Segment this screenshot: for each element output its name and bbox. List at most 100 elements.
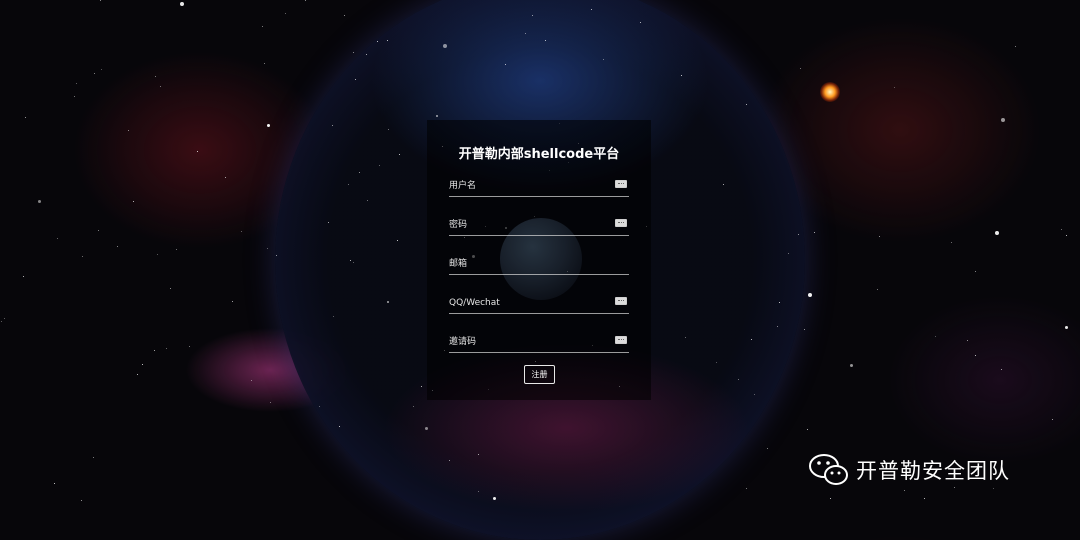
star [180,2,184,6]
star [425,427,428,430]
star [348,184,349,185]
star [319,406,320,407]
star [241,231,242,232]
star [157,254,158,255]
star [397,240,398,241]
watermark-text: 开普勒安全团队 [856,459,1010,483]
star [1001,118,1005,122]
star [967,340,968,341]
star [879,236,880,237]
star [353,262,354,263]
background-sun [820,82,840,102]
star [225,177,226,178]
star [788,253,789,254]
star [1065,326,1068,329]
star [359,172,360,173]
star [339,426,340,427]
keyboard-icon[interactable] [615,336,627,344]
star [1066,235,1067,236]
star [128,130,129,131]
star [344,15,345,16]
watermark: 开普勒安全团队 [808,450,1010,490]
star [133,201,134,202]
star [74,96,75,97]
star [366,54,367,55]
star [54,483,55,484]
star [738,379,739,380]
keyboard-icon[interactable] [615,180,627,188]
star [685,337,686,338]
star [197,151,198,152]
star [387,40,388,41]
star [137,374,138,375]
star [267,124,270,127]
star [166,348,167,349]
password-input[interactable] [449,217,609,233]
star [350,260,351,261]
star [170,288,171,289]
star [640,22,641,23]
star [525,33,526,34]
star [1,321,2,322]
star [276,255,277,256]
username-field[interactable] [449,178,629,197]
invite-code-field[interactable] [449,334,629,353]
star [251,380,252,381]
email-field[interactable] [449,256,629,275]
star [353,52,354,53]
star [367,200,368,201]
register-button[interactable]: 注册 [524,365,555,384]
star [264,63,265,64]
star [746,104,747,105]
star [160,86,161,87]
star [1052,419,1053,420]
star [716,362,717,363]
star [305,0,306,1]
star [1001,369,1002,370]
star [100,0,101,1]
star [38,200,41,203]
star [328,222,329,223]
star [270,402,271,403]
star [57,238,58,239]
star [975,271,976,272]
qq-wechat-field[interactable] [449,295,629,314]
star [267,248,268,249]
star [413,406,414,407]
keyboard-icon[interactable] [615,219,627,227]
star [723,184,724,185]
star [117,246,118,247]
star [830,498,831,499]
star [1015,46,1016,47]
star [189,346,190,347]
star [93,457,94,458]
star [262,26,263,27]
star [493,497,496,500]
star [779,302,780,303]
email-input[interactable] [449,256,609,272]
star [995,231,999,235]
star [798,234,799,235]
star [800,68,801,69]
star [951,242,952,243]
star [285,13,286,14]
star [767,448,768,449]
star [1061,229,1062,230]
password-field[interactable] [449,217,629,236]
star [154,350,155,351]
keyboard-icon[interactable] [615,297,627,305]
star [478,491,479,492]
invite-code-input[interactable] [449,334,609,350]
star [751,339,752,340]
star [777,326,778,327]
star [176,249,177,250]
form-title: 开普勒内部shellcode平台 [458,147,620,162]
star [449,460,450,461]
qq-wechat-input[interactable] [449,295,609,311]
star [746,488,747,489]
star [355,79,356,80]
username-input[interactable] [449,178,609,194]
star [808,293,812,297]
star [924,498,925,499]
star [98,230,99,231]
